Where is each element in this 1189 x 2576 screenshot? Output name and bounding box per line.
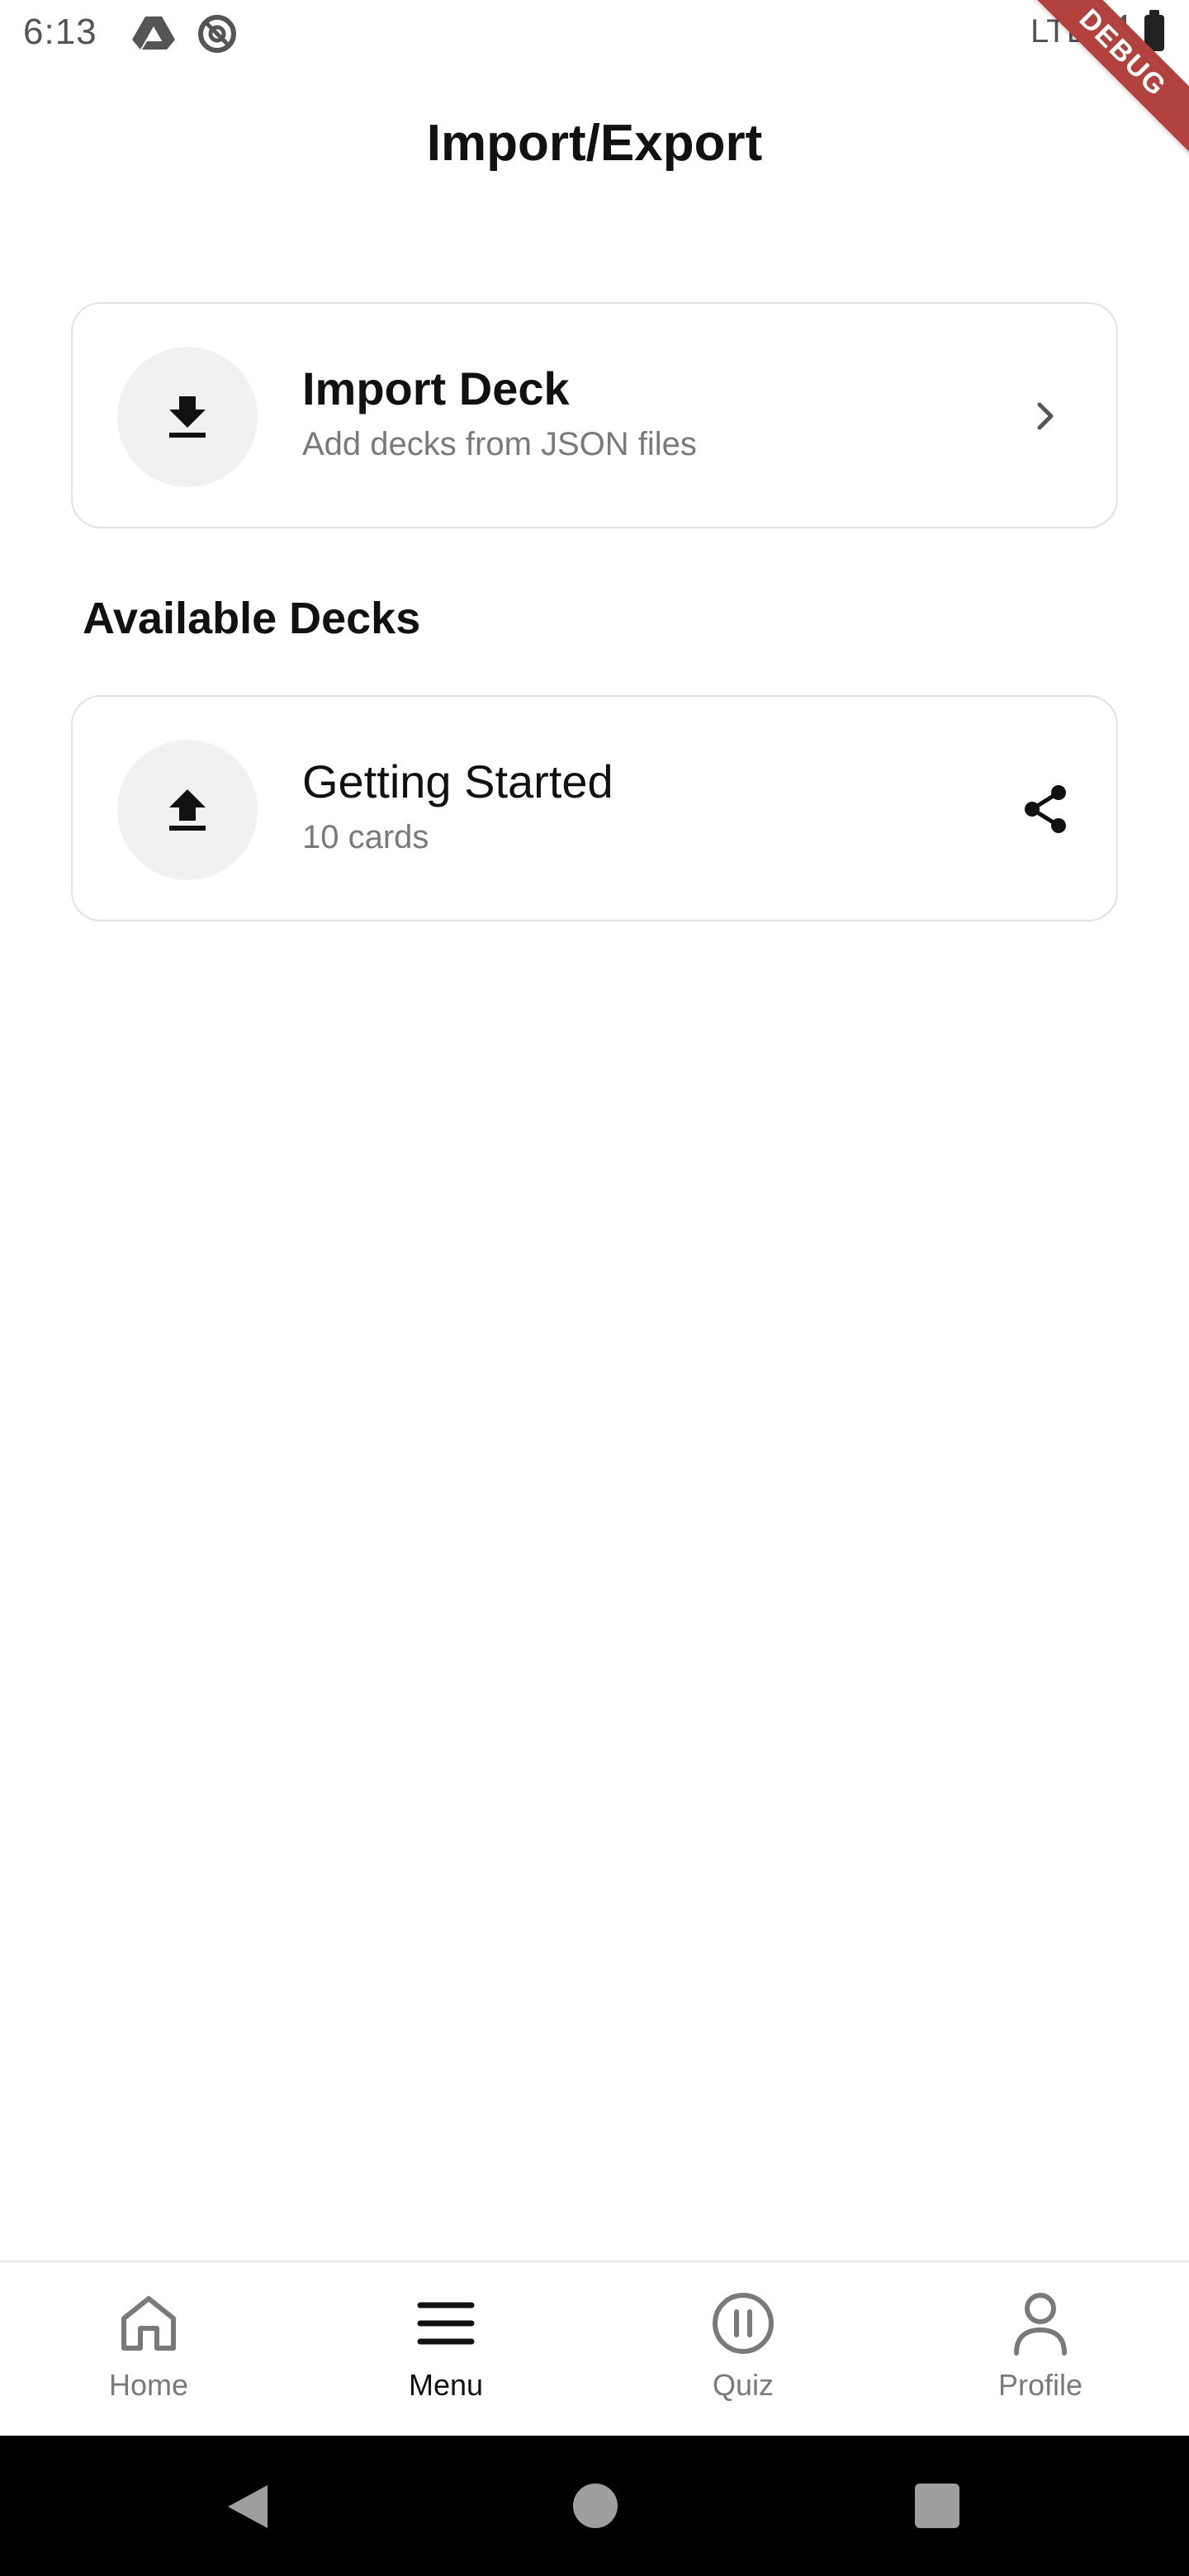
import-deck-card[interactable]: Import Deck Add decks from JSON files [71,302,1118,528]
nav-label-quiz: Quiz [712,2368,775,2402]
nav-item-quiz[interactable]: Quiz [594,2262,892,2437]
chevron-right-icon [1016,386,1075,446]
deck-card[interactable]: Getting Started 10 cards [71,695,1118,921]
status-time: 6:13 [23,12,97,52]
import-deck-subtitle: Add decks from JSON files [302,426,697,462]
home-icon [116,2290,182,2356]
available-decks-heading: Available Decks [83,594,421,643]
upload-icon [117,740,258,880]
menu-icon [413,2290,479,2356]
drive-icon [132,15,175,55]
nav-item-menu[interactable]: Menu [297,2262,594,2437]
status-bar: 6:13 LTE [0,0,1189,69]
nav-label-profile: Profile [997,2368,1083,2402]
deck-title: Getting Started [302,755,613,807]
nav-item-profile[interactable]: Profile [892,2262,1189,2437]
deck-card-count: 10 cards [302,819,429,855]
system-nav-bar [0,2436,1189,2576]
nav-label-home: Home [108,2368,189,2402]
at-sign-icon [197,13,238,59]
page-title: Import/Export [426,115,763,172]
nav-label-menu: Menu [408,2368,484,2402]
pause-circle-icon [710,2290,776,2356]
person-icon [1007,2290,1073,2356]
nav-item-home[interactable]: Home [0,2262,297,2437]
download-icon [117,347,258,487]
share-icon[interactable] [1016,779,1075,839]
bottom-nav: Home Menu Quiz Profile [0,2261,1189,2437]
back-icon[interactable] [223,2482,272,2536]
home-button-icon[interactable] [573,2484,618,2528]
import-deck-title: Import Deck [302,362,570,414]
recents-icon[interactable] [915,2484,959,2528]
